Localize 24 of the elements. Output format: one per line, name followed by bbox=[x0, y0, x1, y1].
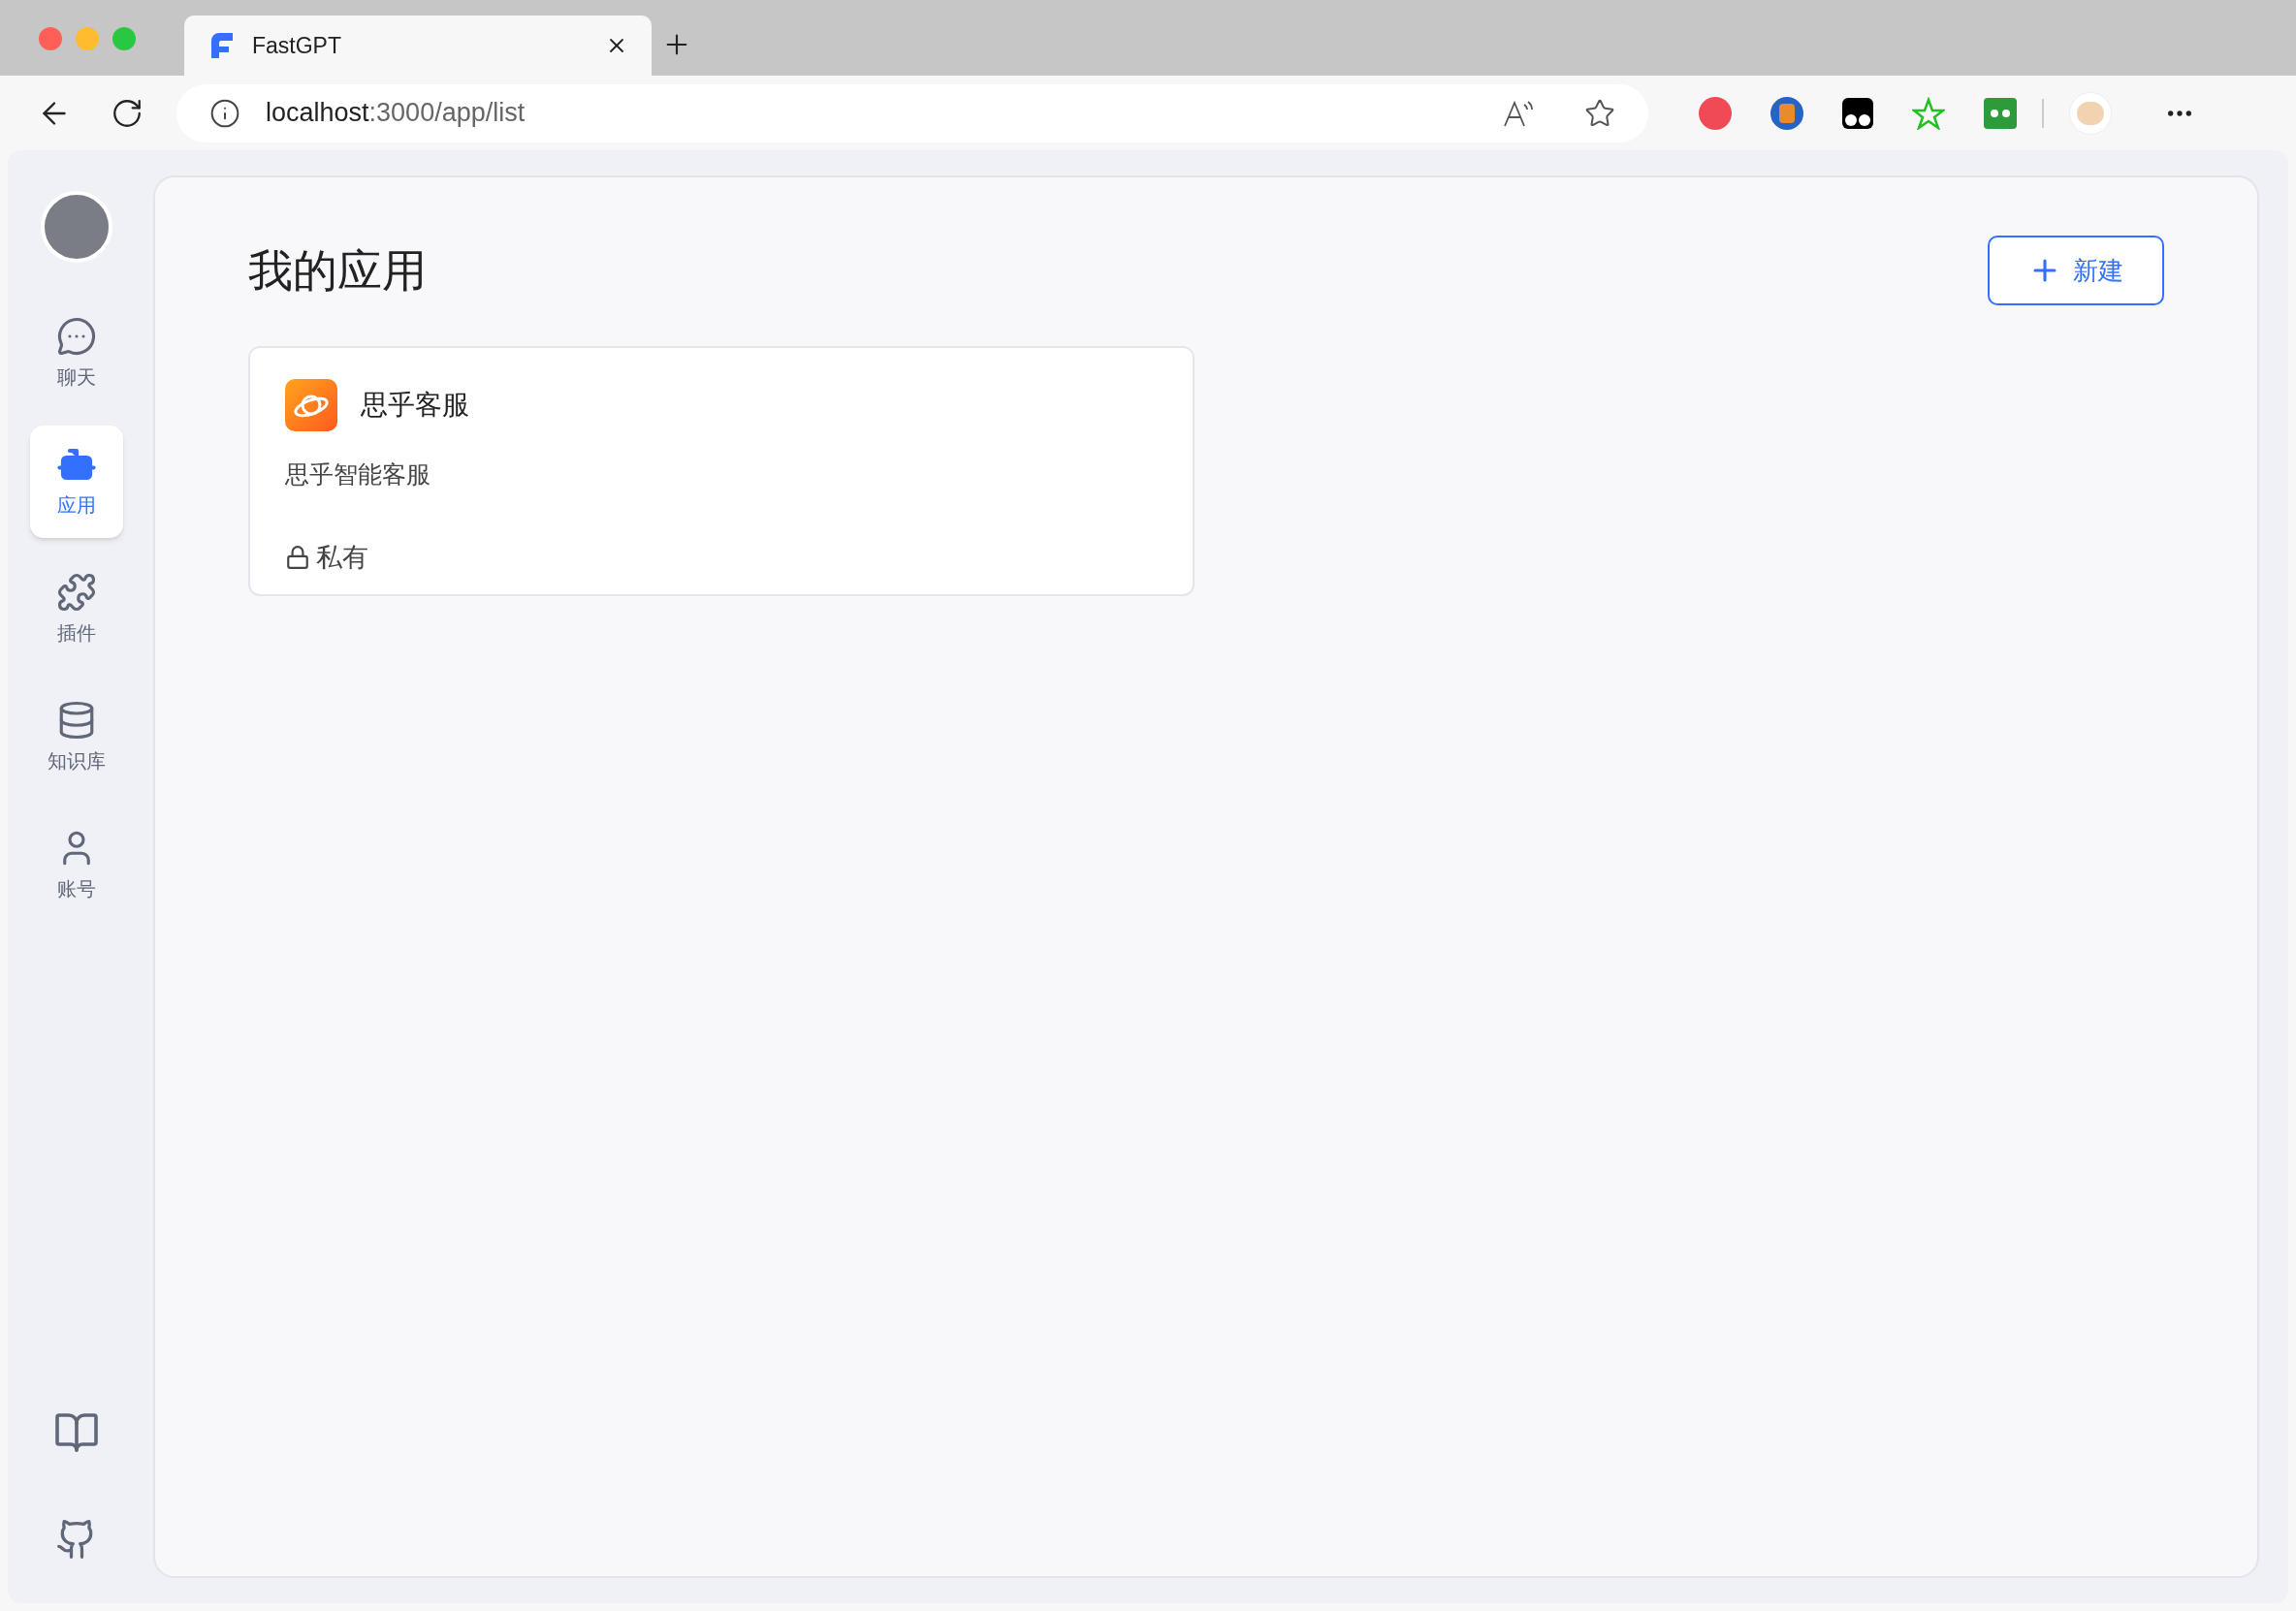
sidebar-nav-item[interactable]: 账号 bbox=[30, 809, 123, 922]
tab-title: FastGPT bbox=[252, 31, 342, 60]
read-aloud-icon[interactable] bbox=[1503, 98, 1536, 128]
info-icon[interactable] bbox=[209, 97, 240, 129]
star-outline-extension-icon[interactable] bbox=[1912, 96, 1945, 130]
sidebar-nav-item[interactable]: 应用 bbox=[30, 426, 123, 538]
page-title: 我的应用 bbox=[248, 243, 427, 298]
url-text: localhost:3000/app/list bbox=[266, 97, 526, 130]
app-description: 思乎智能客服 bbox=[285, 459, 431, 490]
permission-label: 私有 bbox=[316, 541, 368, 574]
chat-icon bbox=[56, 316, 97, 357]
favorite-star-icon[interactable] bbox=[1584, 97, 1615, 129]
browser-tab[interactable]: FastGPT bbox=[184, 16, 652, 76]
address-bar[interactable]: localhost:3000/app/list bbox=[176, 83, 1648, 142]
plugin-icon bbox=[56, 572, 97, 613]
sidebar-nav-item[interactable]: 插件 bbox=[30, 553, 123, 666]
sidebar-nav-item[interactable]: 知识库 bbox=[30, 681, 123, 794]
lock-icon bbox=[285, 544, 310, 570]
app-name: 思乎客服 bbox=[361, 389, 469, 422]
new-app-button[interactable]: 新建 bbox=[1988, 236, 2164, 305]
app-card[interactable]: 思乎客服 思乎智能客服 私有 bbox=[248, 346, 1195, 596]
extension-icon[interactable] bbox=[1842, 97, 1873, 129]
app-logo-icon bbox=[285, 379, 337, 431]
sidebar-nav-item[interactable]: 聊天 bbox=[30, 298, 123, 410]
